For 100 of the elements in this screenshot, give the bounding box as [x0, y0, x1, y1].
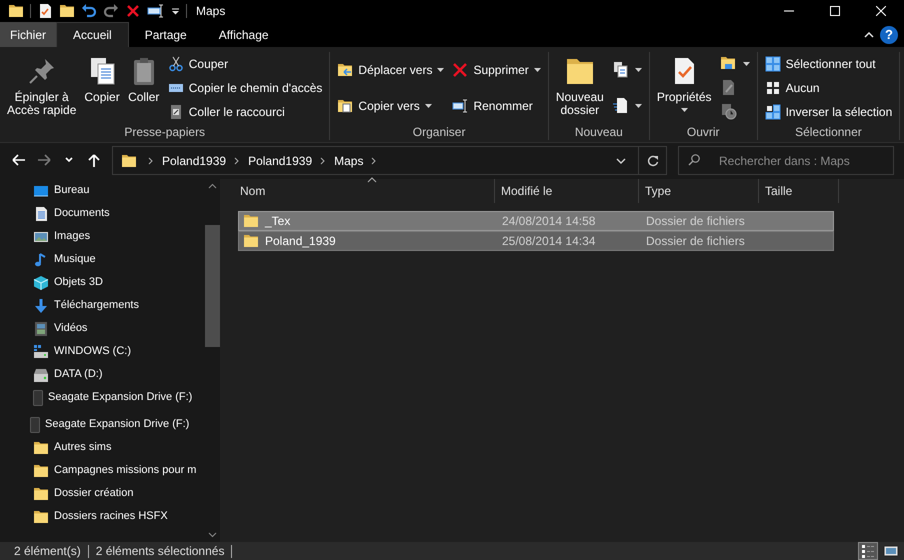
group-label: Ouvrir [686, 124, 721, 140]
refresh-icon[interactable] [646, 154, 658, 166]
file-row[interactable]: Poland_1939 25/08/2014 14:34 Dossier de fichiers [238, 231, 834, 251]
scissors-icon [168, 56, 184, 72]
search-field[interactable]: Rechercher dans : Maps [678, 146, 894, 175]
collapse-ribbon-icon[interactable] [864, 32, 874, 38]
document-icon [33, 206, 49, 222]
download-icon [33, 298, 49, 314]
ribbon-button[interactable]: Déplacer vers [334, 60, 448, 80]
table-cell-text: Dossier de fichiers [645, 233, 746, 250]
sidebar-item[interactable]: Campagnes missions pour m [0, 459, 202, 482]
table-cell-text: 24/08/2014 14:58 [501, 213, 596, 230]
select-all-icon [764, 56, 781, 72]
table-cell-text: Dossier de fichiers [645, 213, 746, 230]
column-header[interactable]: Modifié le [495, 179, 639, 203]
ribbon-button[interactable]: Propriétés [654, 53, 715, 123]
sidebar-item[interactable]: Musique [0, 248, 102, 271]
column-header[interactable]: Taille [759, 179, 839, 203]
scroll-up-icon[interactable] [208, 183, 217, 189]
redo-icon[interactable] [103, 3, 119, 19]
ribbon-tab[interactable]: Partage [128, 22, 203, 47]
sidebar-item[interactable]: Bureau [0, 179, 96, 202]
group-label: Presse-papiers [123, 124, 206, 140]
undo-icon[interactable] [81, 3, 97, 19]
sidebar-item[interactable]: WINDOWS (C:) [0, 340, 137, 363]
breadcrumb[interactable]: Poland1939 [245, 152, 316, 170]
sidebar-item[interactable]: Vidéos [0, 317, 94, 340]
details-view-icon [860, 544, 876, 558]
folder-icon [8, 3, 24, 19]
sidebar-item[interactable]: Objets 3D [0, 271, 109, 294]
folder-copy-icon [337, 98, 354, 114]
folder-icon [33, 486, 49, 502]
dropdown-icon[interactable] [171, 7, 180, 15]
view-button[interactable] [858, 542, 878, 560]
column-header[interactable]: Type [639, 179, 759, 203]
sidebar-item[interactable]: Autres sims [0, 436, 118, 459]
ribbon-tab[interactable]: Accueil [56, 22, 129, 47]
ribbon-button[interactable]: Copier vers [334, 96, 448, 116]
ribbon-button[interactable]: Couper [164, 54, 326, 74]
sidebar-item[interactable]: Dossiers racines HSFX [0, 505, 174, 528]
sidebar-item[interactable]: Seagate Expansion Drive (F:) [0, 413, 196, 436]
maximize-icon[interactable] [830, 6, 840, 16]
delete-icon[interactable] [125, 3, 141, 19]
ribbon-button[interactable]: Inverser la sélection [762, 102, 896, 122]
sidebar-item[interactable]: DATA (D:) [0, 363, 108, 386]
close-icon[interactable] [876, 6, 886, 16]
properties-icon[interactable] [37, 3, 53, 19]
folder-icon[interactable] [59, 3, 75, 19]
chevron-icon [370, 156, 378, 164]
chevron-icon [233, 156, 242, 164]
document-icon [612, 97, 630, 115]
history-icon [720, 103, 738, 121]
folder-icon [121, 152, 137, 168]
folder-icon [33, 508, 49, 524]
status-text: 2 éléments sélectionnés [88, 544, 232, 558]
ribbon-tab[interactable]: Fichier [0, 22, 56, 47]
group-label: Organiser [412, 124, 466, 140]
sidebar-item[interactable]: Documents [0, 202, 116, 225]
ribbon-button[interactable]: Épingler à Accès rapide [4, 53, 80, 123]
sidebar-item[interactable]: Téléchargements [0, 294, 145, 317]
ribbon-button[interactable]: Coller [124, 53, 163, 123]
status-text: 2 élément(s) [14, 544, 89, 558]
file-name: Poland_1939 [265, 233, 336, 250]
sidebar-item[interactable]: Dossier création [0, 482, 140, 505]
thumbnail-view-icon [884, 546, 898, 556]
ribbon-tab[interactable]: Affichage [202, 22, 285, 47]
file-row[interactable]: _Tex 24/08/2014 14:58 Dossier de fichiers [238, 211, 834, 231]
ribbon-button[interactable]: Sélectionner tout [762, 54, 896, 74]
ribbon-button[interactable]: Supprimer [449, 60, 544, 80]
folder-icon [243, 213, 259, 229]
folder-icon [33, 440, 49, 456]
scrollbar-thumb[interactable] [205, 225, 220, 347]
new-item-icon [612, 61, 630, 79]
film-icon [33, 320, 49, 336]
ribbon-button[interactable]: Copier le chemin d'accès [164, 78, 326, 98]
folder-icon [33, 462, 49, 478]
search-icon [688, 154, 700, 166]
ribbon-button[interactable]: Aucun [762, 78, 896, 98]
help-button[interactable]: ? [880, 26, 898, 44]
ribbon-button[interactable]: Copier [81, 53, 123, 123]
drive-icon [33, 366, 49, 382]
ribbon-button[interactable]: Nouveau dossier [552, 53, 607, 123]
chevron-icon [319, 156, 328, 164]
sidebar-item[interactable]: Seagate Expansion Drive (F:) [0, 386, 198, 409]
folder-icon [243, 233, 259, 249]
ribbon-button[interactable]: Coller le raccourci [164, 102, 326, 122]
breadcrumb[interactable]: Poland1939 [159, 152, 230, 170]
ribbon-button[interactable]: Renommer [449, 96, 544, 116]
chevron-icon [147, 156, 155, 164]
column-header[interactable]: Nom [238, 179, 495, 203]
select-none-icon [764, 80, 781, 96]
rename-icon[interactable] [147, 3, 165, 19]
delete-icon [452, 62, 468, 78]
dropdown-icon[interactable] [616, 158, 626, 164]
drive-icon [33, 344, 49, 360]
address-bar[interactable]: Poland1939 Poland1939 Maps [112, 146, 667, 175]
breadcrumb[interactable]: Maps [331, 152, 366, 170]
sidebar-item[interactable]: Images [0, 225, 96, 248]
scroll-down-icon[interactable] [208, 532, 217, 538]
drive-icon [33, 390, 43, 406]
